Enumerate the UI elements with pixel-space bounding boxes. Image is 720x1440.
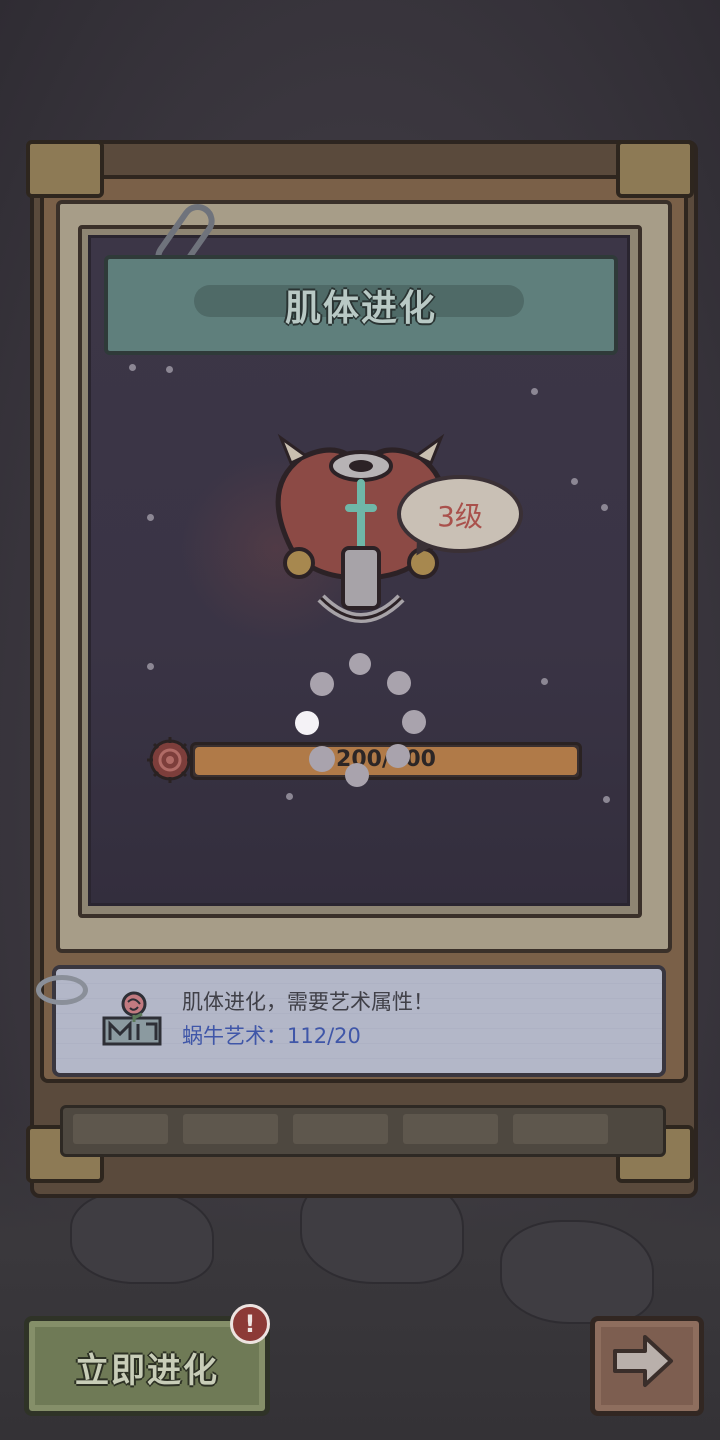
sparkle-dot — [402, 710, 426, 734]
rock — [70, 1190, 214, 1284]
sparkle-dot — [386, 744, 410, 768]
rose-art-icon — [102, 991, 162, 1046]
binder-ring-icon — [36, 975, 88, 1005]
sparkle-dot — [387, 671, 411, 695]
sparkle-dot — [349, 653, 371, 675]
sparkle-dot — [295, 711, 319, 735]
frame-corner — [26, 140, 104, 198]
evolution-progress-bar: 200/200 — [190, 742, 582, 780]
frame-corner — [616, 140, 694, 198]
bottom-tab-strip — [60, 1105, 666, 1157]
requirement-text: 肌体进化，需要艺术属性！ — [182, 990, 434, 1014]
page-title: 肌体进化 — [284, 288, 437, 329]
art-attribute-value: 蜗牛艺术：112/20 — [182, 1024, 361, 1048]
rock — [500, 1220, 654, 1324]
evolve-now-label: 立即进化 — [75, 1351, 219, 1391]
next-button[interactable] — [590, 1316, 704, 1416]
sparkle-dot — [345, 763, 369, 787]
level-speech-bubble: 3级 — [397, 475, 523, 553]
arrow-right-icon — [613, 1335, 673, 1387]
title-banner: 肌体进化 — [104, 255, 618, 355]
level-label: 3级 — [437, 500, 483, 533]
sparkle-dot — [309, 746, 335, 772]
alert-badge-icon: ! — [230, 1304, 270, 1344]
spiky-shell-icon — [147, 737, 193, 783]
sparkle-dot — [310, 672, 334, 696]
